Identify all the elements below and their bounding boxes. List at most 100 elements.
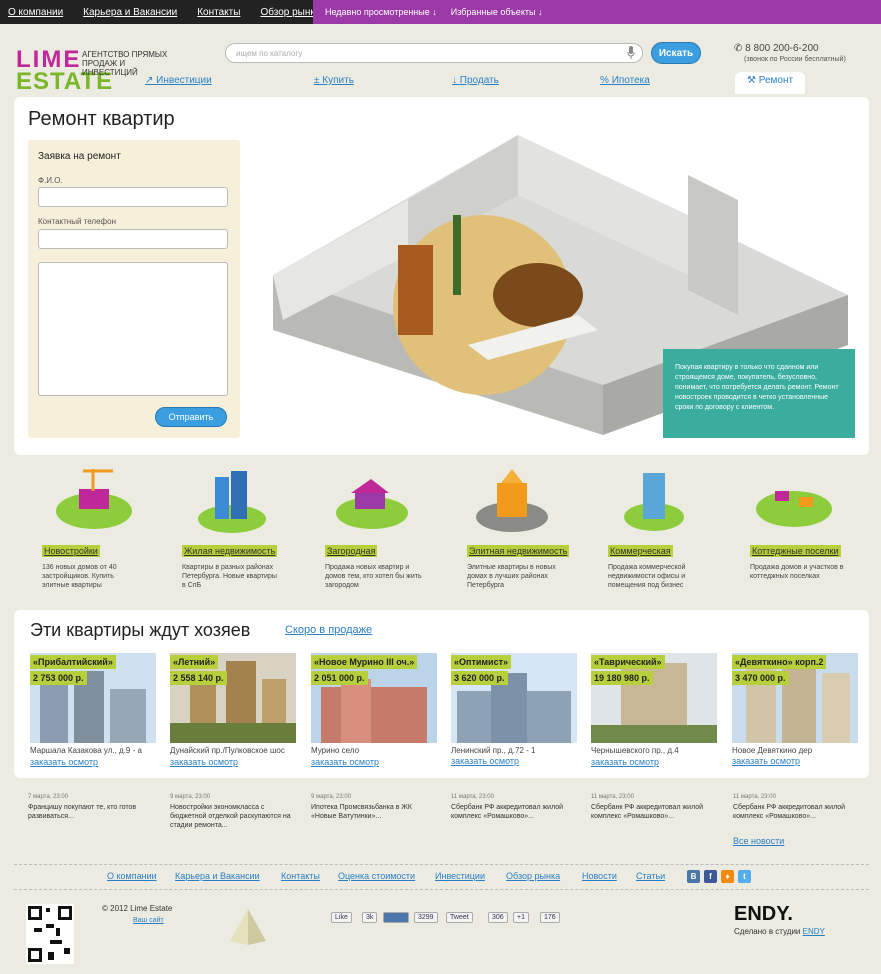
name-field[interactable] xyxy=(38,187,228,207)
news-date: 11 марта, 23:00 xyxy=(733,794,776,800)
pyramid-icon xyxy=(230,909,266,945)
tab-coming-soon[interactable]: Скоро в продаже xyxy=(285,624,372,636)
tagline: АГЕНТСТВО ПРЯМЫХ ПРОДАЖ И ИНВЕСТИЦИЙ xyxy=(82,50,168,77)
tab-investments[interactable]: ↗ Инвестиции xyxy=(145,75,212,86)
message-field[interactable] xyxy=(38,262,228,396)
news-item[interactable]: Сбербанк РФ аккредитовал жилой комплекс … xyxy=(591,803,716,821)
elite-building-icon[interactable] xyxy=(471,467,553,537)
category-desc: Квартиры в разных районах Петербурга. Но… xyxy=(182,564,277,589)
odnoklassniki-icon[interactable]: ♦ xyxy=(721,870,734,883)
apartments-title: Эти квартиры ждут хозяев xyxy=(30,620,251,640)
building-site-icon[interactable] xyxy=(53,467,135,537)
footer-link-about[interactable]: О компании xyxy=(107,871,157,881)
category-country[interactable]: Загородная xyxy=(325,545,378,557)
footer-link-investments[interactable]: Инвестиции xyxy=(435,871,485,881)
order-viewing-link[interactable]: заказать осмотр xyxy=(30,757,98,767)
footer-link-articles[interactable]: Статьи xyxy=(636,871,665,881)
category-residential[interactable]: Жилая недвижимость xyxy=(182,545,278,557)
category-desc: Элитные квартиры в новых домах в лучших … xyxy=(467,564,556,589)
vk-icon[interactable]: B xyxy=(687,870,700,883)
tweet-button[interactable]: Tweet xyxy=(446,912,473,923)
news-date: 9 марта, 23:00 xyxy=(170,794,211,800)
apartment-address: Ленинский пр., д.72 - 1 xyxy=(451,746,536,755)
footer-link-valuation[interactable]: Оценка стоимости xyxy=(338,871,415,881)
top-link-career[interactable]: Карьера и Вакансии xyxy=(83,7,177,18)
facebook-like-button[interactable]: Like xyxy=(331,912,352,923)
category-cottages[interactable]: Коттеджные поселки xyxy=(750,545,841,557)
like-count: 3k xyxy=(362,912,378,923)
footer-link-news[interactable]: Новости xyxy=(582,871,617,881)
vk-share-button[interactable] xyxy=(383,912,409,923)
apartment-name: «Летний» xyxy=(170,655,219,669)
qr-code-icon xyxy=(26,904,74,964)
apartment-price: 19 180 980 р. xyxy=(591,671,653,685)
google-plus-button[interactable]: +1 xyxy=(513,912,529,923)
all-news-link[interactable]: Все новости xyxy=(733,836,784,846)
category-commercial[interactable]: Коммерческая xyxy=(608,545,673,557)
news-item[interactable]: Францишу покупают те, кто готов развиват… xyxy=(28,803,153,821)
category-desc: Продажа домов и участков в коттеджных по… xyxy=(750,564,844,580)
office-building-icon[interactable] xyxy=(613,467,695,537)
cottages-icon[interactable] xyxy=(753,467,835,537)
apartment-name: «Новое Мурино III оч.» xyxy=(311,655,418,669)
top-link-contacts[interactable]: Контакты xyxy=(197,7,240,18)
country-house-icon[interactable] xyxy=(331,467,413,537)
order-viewing-link[interactable]: заказать осмотр xyxy=(591,757,659,767)
phone-field[interactable] xyxy=(38,229,228,249)
order-viewing-link[interactable]: заказать осмотр xyxy=(170,757,238,767)
top-link-market[interactable]: Обзор рынка xyxy=(260,7,320,18)
studio-logo[interactable]: ENDY. xyxy=(734,903,793,926)
twitter-icon[interactable]: t xyxy=(738,870,751,883)
towers-icon[interactable] xyxy=(191,467,273,537)
apartment-card[interactable]: «Летний» 2 558 140 р. xyxy=(170,653,296,743)
your-site-link[interactable]: Ваш сайт xyxy=(133,917,164,924)
apartment-address: Маршала Казакова ул., д.9 - а xyxy=(30,746,142,755)
microphone-icon[interactable] xyxy=(627,46,635,59)
divider xyxy=(14,864,869,865)
page-title: Ремонт квартир xyxy=(28,108,175,130)
submit-button[interactable]: Отправить xyxy=(155,407,227,427)
news-item[interactable]: Новостройки экономкласса с бюджетной отд… xyxy=(170,803,295,830)
footer-link-market[interactable]: Обзор рынка xyxy=(506,871,560,881)
apartment-card[interactable]: «Оптимист» 3 620 000 р. xyxy=(451,653,577,743)
apartment-address: Дунайский пр./Пулковское шос xyxy=(170,746,285,755)
vk-count: 3299 xyxy=(414,912,438,923)
category-elite[interactable]: Элитная недвижимость xyxy=(467,545,570,557)
tab-mortgage[interactable]: % Ипотека xyxy=(600,75,650,86)
studio-link[interactable]: ENDY xyxy=(803,927,825,936)
tab-buy[interactable]: ± Купить xyxy=(314,75,354,86)
category-desc: 136 новых домов от 40 застройщиков. Купи… xyxy=(42,564,117,589)
news-item[interactable]: Ипотека Промсвязьбанка в ЖК «Новые Ватут… xyxy=(311,803,436,821)
tweet-count: 306 xyxy=(488,912,508,923)
top-link-about[interactable]: О компании xyxy=(8,7,63,18)
divider xyxy=(14,889,869,890)
arrow-down-icon: ↓ xyxy=(452,75,457,86)
facebook-icon[interactable]: f xyxy=(704,870,717,883)
apartment-card[interactable]: «Новое Мурино III оч.» 2 051 000 р. xyxy=(311,653,437,743)
apartment-card[interactable]: «Таврический» 19 180 980 р. xyxy=(591,653,717,743)
apartment-name: «Таврический» xyxy=(591,655,665,669)
tab-sell[interactable]: ↓ Продать xyxy=(452,75,499,86)
apartment-card[interactable]: «Девяткино» корп.2 3 470 000 р. xyxy=(732,653,858,743)
order-viewing-link[interactable]: заказать осмотр xyxy=(451,756,519,766)
order-viewing-link[interactable]: заказать осмотр xyxy=(732,756,800,766)
search-button[interactable]: Искать xyxy=(651,42,701,64)
apartment-card[interactable]: «Прибалтийский» 2 753 000 р. xyxy=(30,653,156,743)
main-nav: ↗ Инвестиции ± Купить ↓ Продать % Ипотек… xyxy=(0,72,881,95)
category-new-buildings[interactable]: Новостройки xyxy=(42,545,100,557)
apartment-price: 2 051 000 р. xyxy=(311,671,368,685)
google-plus-count: 176 xyxy=(540,912,560,923)
order-viewing-link[interactable]: заказать осмотр xyxy=(311,757,379,767)
news-item[interactable]: Сбербанк РФ аккредитовал жилой комплекс … xyxy=(733,803,858,821)
footer-link-contacts[interactable]: Контакты xyxy=(281,871,320,881)
apartment-name: «Девяткино» корп.2 xyxy=(732,655,827,669)
category-desc: Продажа новых квартир и домов тем, кто х… xyxy=(325,564,422,589)
footer-link-career[interactable]: Карьера и Вакансии xyxy=(175,871,260,881)
news-date: 11 марта, 23:00 xyxy=(591,794,634,800)
search-input[interactable]: ищем по каталогу xyxy=(225,43,643,63)
tab-repair[interactable]: ⚒ Ремонт xyxy=(735,72,806,94)
recent-dropdown[interactable]: Недавно просмотренные ↓ xyxy=(325,7,437,17)
top-bar: О компании Карьера и Вакансии Контакты О… xyxy=(0,0,881,24)
news-item[interactable]: Сбербанк РФ аккредитовал жилой комплекс … xyxy=(451,803,576,821)
favorites-dropdown[interactable]: Избранные объекты ↓ xyxy=(451,7,543,17)
